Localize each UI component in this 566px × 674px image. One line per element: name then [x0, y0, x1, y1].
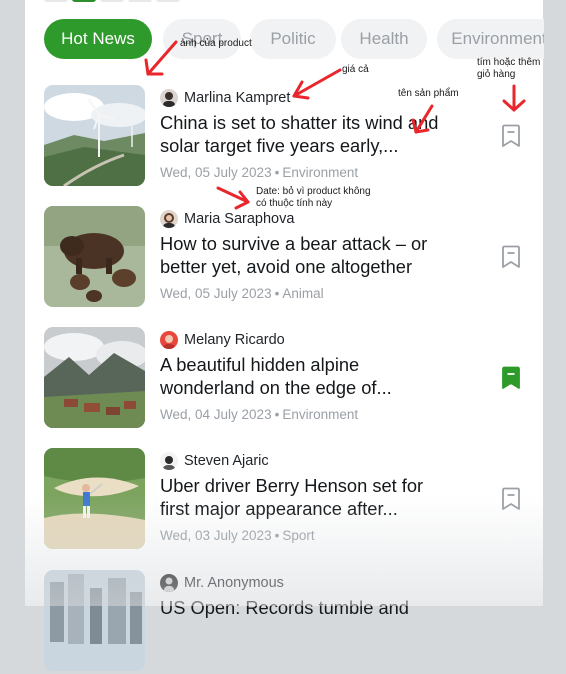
avatar — [160, 574, 178, 592]
tab-hot-news[interactable]: Hot News — [44, 19, 152, 59]
article-title[interactable]: A beautiful hidden alpine wonderland on … — [160, 353, 450, 399]
tab-health[interactable]: Health — [341, 19, 427, 59]
article-title[interactable]: US Open: Records tumble and — [160, 596, 450, 619]
article-title[interactable]: Uber driver Berry Henson set for first m… — [160, 474, 450, 520]
article-date: Wed, 03 July 2023 — [160, 528, 272, 543]
article-thumbnail — [44, 327, 145, 428]
meta-separator: • — [274, 165, 280, 180]
article-card[interactable]: Mr. Anonymous US Open: Records tumble an… — [44, 570, 524, 674]
article-meta: Wed, 05 July 2023 • Environment — [160, 165, 358, 180]
article-card[interactable]: Maria Saraphova How to survive a bear at… — [44, 206, 524, 310]
annotation-arrow — [292, 68, 342, 100]
annotation-arrow — [411, 104, 434, 134]
article-thumbnail — [44, 448, 145, 549]
article-category: Environment — [282, 165, 359, 180]
avatar — [160, 210, 178, 228]
meta-separator: • — [274, 528, 280, 543]
category-tabs: Hot News Sport Politic Health Environmen… — [44, 19, 544, 61]
article-meta: Wed, 03 July 2023 • Sport — [160, 528, 315, 543]
bookmark-icon[interactable] — [500, 487, 522, 511]
author-name: Melany Ricardo — [184, 332, 285, 348]
annotation-favorite-line1: tím hoặc thêm — [477, 57, 541, 68]
annotation-arrow — [144, 40, 178, 76]
article-meta: Wed, 05 July 2023 • Animal — [160, 286, 324, 301]
annotation-favorite-note: tím hoặc thêm giỏ hàng — [477, 57, 540, 81]
meta-separator: • — [274, 286, 280, 301]
article-meta: Wed, 04 July 2023 • Environment — [160, 407, 358, 422]
article-title[interactable]: China is set to shatter its wind and sol… — [160, 111, 450, 157]
article-card[interactable]: Marlina Kampret China is set to shatter … — [44, 85, 524, 189]
tab-environment[interactable]: Environment — [437, 19, 544, 59]
annotation-arrow — [502, 84, 526, 112]
bookmark-icon[interactable] — [500, 124, 522, 148]
avatar — [160, 331, 178, 349]
article-category: Sport — [282, 528, 315, 543]
article-date: Wed, 05 July 2023 — [160, 165, 272, 180]
annotation-product-name-note: tên sản phẩm — [398, 88, 459, 99]
annotation-date-note: Date: bỏ vì product không có thuộc tính … — [256, 186, 371, 210]
annotation-favorite-line2: giỏ hàng — [477, 69, 516, 80]
tab-politic[interactable]: Politic — [250, 19, 336, 59]
article-thumbnail — [44, 570, 145, 671]
article-author: Maria Saraphova — [160, 209, 294, 229]
article-author: Marlina Kampret — [160, 88, 290, 108]
article-category: Environment — [282, 407, 359, 422]
article-date: Wed, 04 July 2023 — [160, 407, 272, 422]
article-thumbnail — [44, 206, 145, 307]
annotation-price-note: giá cả — [342, 64, 369, 75]
meta-separator: • — [274, 407, 280, 422]
author-name: Maria Saraphova — [184, 211, 295, 227]
article-title[interactable]: How to survive a bear attack – or better… — [160, 232, 450, 278]
annotation-image-note: ảnh của product — [180, 38, 252, 49]
annotation-date-line2: có thuộc tính này — [256, 198, 333, 209]
bookmark-filled-icon[interactable] — [500, 366, 522, 390]
article-author: Mr. Anonymous — [160, 573, 284, 593]
avatar — [160, 452, 178, 470]
author-name: Mr. Anonymous — [184, 575, 284, 591]
article-card[interactable]: Melany Ricardo A beautiful hidden alpine… — [44, 327, 524, 431]
author-name: Steven Ajaric — [184, 453, 269, 469]
annotation-arrow — [216, 186, 250, 210]
avatar — [160, 89, 178, 107]
article-thumbnail — [44, 85, 145, 186]
article-category: Animal — [282, 286, 324, 301]
author-name: Marlina Kampret — [184, 90, 291, 106]
annotation-date-line1: Date: bỏ vì product không — [256, 186, 371, 197]
bookmark-icon[interactable] — [500, 245, 522, 269]
article-card[interactable]: Steven Ajaric Uber driver Berry Henson s… — [44, 448, 524, 552]
article-date: Wed, 05 July 2023 — [160, 286, 272, 301]
article-author: Steven Ajaric — [160, 451, 269, 471]
article-author: Melany Ricardo — [160, 330, 285, 350]
